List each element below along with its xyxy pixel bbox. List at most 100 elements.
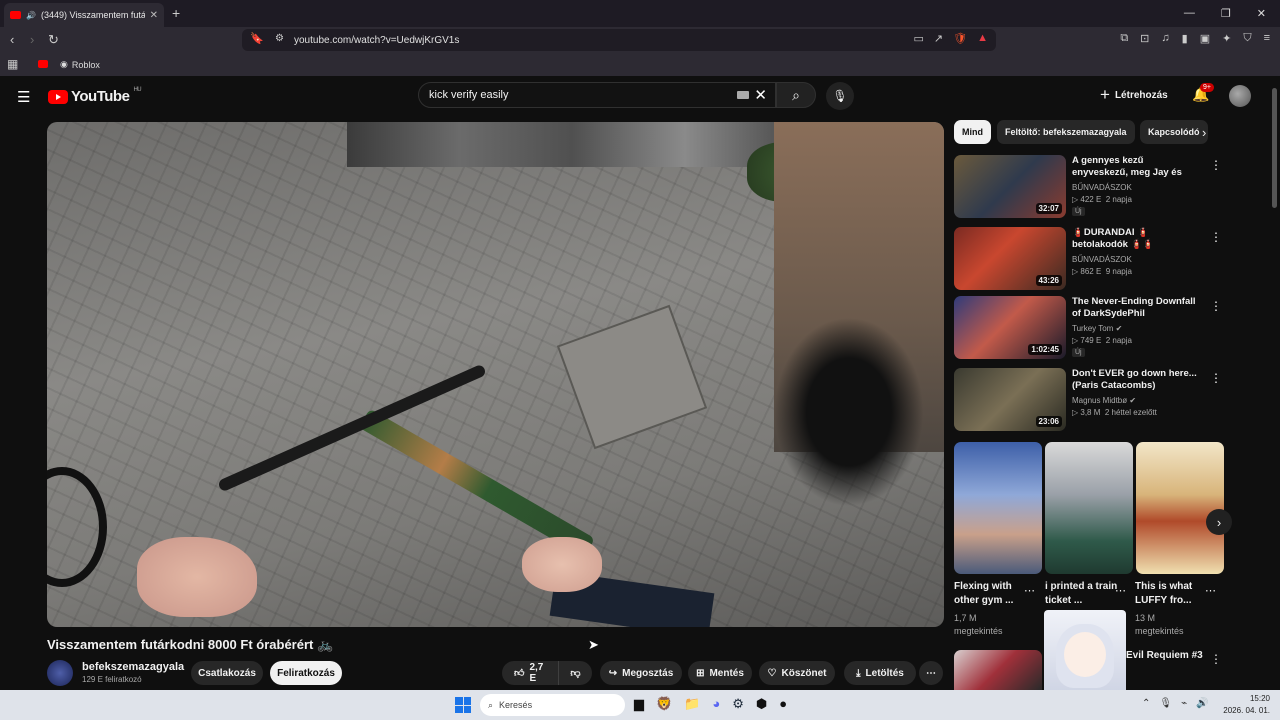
more-actions-button[interactable]: ⋯	[919, 661, 943, 685]
list-item[interactable]: 1:02:45 The Never-Ending Downfall of Dar…	[954, 296, 1224, 362]
menu-icon[interactable]: ≡	[1264, 32, 1270, 45]
video-thumbnail[interactable]	[954, 650, 1042, 690]
short-title[interactable]: i printed a train ticket ...	[1045, 580, 1125, 608]
screenshot-icon[interactable]: ▭	[914, 32, 924, 45]
app-icon[interactable]: ●	[779, 696, 787, 712]
join-button[interactable]: Csatlakozás	[191, 661, 263, 685]
music-icon[interactable]: ♫	[1161, 32, 1169, 45]
sidebar-icon[interactable]: ▮	[1182, 32, 1188, 45]
shorts-next-button[interactable]: ›	[1206, 509, 1232, 535]
like-button[interactable]: 👍︎ 2,7 E	[502, 661, 558, 685]
new-tab-icon[interactable]: +	[172, 5, 180, 21]
back-icon[interactable]: ‹	[10, 32, 14, 47]
short-thumbnail[interactable]	[1045, 442, 1133, 574]
clear-search-icon[interactable]: ✕	[754, 86, 767, 104]
more-options-icon[interactable]: ⋯	[1205, 584, 1216, 597]
taskbar-search[interactable]: ⌕ Keresés	[480, 694, 625, 716]
leo-ai-icon[interactable]: ✦	[1222, 32, 1231, 45]
vpn-icon[interactable]: ⛉	[1243, 32, 1251, 45]
list-item[interactable]: 32:07 A gennyes kezű enyveskezű, meg Jay…	[954, 155, 1224, 221]
video-player[interactable]	[47, 122, 944, 627]
video-thumbnail[interactable]: 43:26	[954, 227, 1066, 290]
voice-search-button[interactable]: 🎙	[826, 82, 854, 110]
notifications-button[interactable]: 🔔 9+	[1192, 83, 1214, 103]
list-item[interactable]: 43:26 🧯DURANDAI 🧯 betolakodók 🧯🧯(Bűnvadá…	[954, 227, 1224, 293]
steam-icon[interactable]: ⚙	[732, 696, 744, 712]
video-thumbnail[interactable]: 23:06	[954, 368, 1066, 431]
more-options-icon[interactable]: ⋯	[1024, 584, 1035, 597]
more-options-icon[interactable]: ⋮	[1210, 158, 1222, 172]
more-options-icon[interactable]: ⋮	[1210, 230, 1222, 244]
chip-related[interactable]: Kapcsolódó	[1140, 120, 1208, 144]
forward-icon[interactable]: ›	[30, 32, 34, 47]
address-bar[interactable]: 🔖 ⚙ youtube.com/watch?v=UedwjKrGV1s ▭ ↗ …	[242, 29, 996, 51]
channel-name[interactable]: BŰNVADÁSZOK	[1072, 255, 1132, 264]
chip-scroll-right-icon[interactable]: ›	[1202, 125, 1206, 140]
channel-name[interactable]: Turkey Tom ✔	[1072, 324, 1122, 333]
share-page-icon[interactable]: ↗	[934, 32, 943, 45]
discord-icon[interactable]: ◕	[712, 696, 720, 712]
hamburger-menu-icon[interactable]: ☰	[17, 88, 30, 106]
channel-name[interactable]: Magnus Midtbø ✔	[1072, 396, 1136, 405]
task-view-icon[interactable]: ▆	[634, 696, 644, 712]
avatar[interactable]	[1229, 85, 1251, 107]
microphone-icon[interactable]: 🎙	[1159, 698, 1172, 709]
more-options-icon[interactable]: ⋮	[1210, 652, 1222, 666]
keyboard-icon[interactable]	[737, 91, 749, 99]
close-window-icon[interactable]: ✕	[1257, 7, 1266, 20]
thanks-button[interactable]: ♡ Köszönet	[759, 661, 835, 685]
restore-icon[interactable]: ❐	[1221, 7, 1231, 20]
channel-avatar[interactable]	[47, 660, 73, 686]
channel-name[interactable]: befekszemazagyala	[82, 661, 184, 673]
search-input[interactable]: kick verify easily ✕	[418, 82, 776, 108]
short-thumbnail[interactable]	[954, 442, 1042, 574]
minimize-icon[interactable]: —	[1184, 7, 1195, 20]
subscribe-button[interactable]: Feliratkozás	[270, 661, 342, 685]
short-title[interactable]: Flexing with other gym ...	[954, 580, 1034, 608]
video-title[interactable]: Don't EVER go down here... (Paris Cataco…	[1072, 368, 1202, 392]
extensions-icon[interactable]: ⧉	[1120, 32, 1128, 45]
chip-all[interactable]: Mind	[954, 120, 991, 144]
youtube-bookmark-icon[interactable]	[38, 60, 48, 68]
save-button[interactable]: ⊞ Mentés	[688, 661, 752, 685]
more-options-icon[interactable]: ⋮	[1210, 371, 1222, 385]
chip-uploader[interactable]: Feltöltő: befekszemazagyala	[997, 120, 1135, 144]
apps-grid-icon[interactable]: ▦	[7, 57, 18, 71]
close-tab-icon[interactable]: ✕	[150, 10, 158, 21]
dislike-button[interactable]: 👎︎	[558, 661, 592, 685]
video-title[interactable]: Evil Requiem #3	[1126, 650, 1203, 661]
brave-shield-icon[interactable]: 🛡	[953, 32, 967, 45]
video-thumbnail[interactable]: 1:02:45	[954, 296, 1066, 359]
translate-icon[interactable]: ⊡	[1140, 32, 1149, 45]
network-icon[interactable]: ⌁	[1181, 698, 1187, 709]
windows-start-icon[interactable]	[455, 697, 471, 713]
video-title[interactable]: The Never-Ending Downfall of DarkSydePhi…	[1072, 296, 1202, 320]
video-title[interactable]: A gennyes kezű enyveskezű, meg Jay és Né…	[1072, 155, 1202, 179]
page-scrollbar[interactable]	[1272, 88, 1277, 208]
wallet-icon[interactable]: ▣	[1200, 32, 1210, 45]
bookmark-icon[interactable]: 🔖	[250, 32, 264, 45]
taskbar-clock[interactable]: 15:20 2026. 04. 01.	[1223, 693, 1270, 717]
brave-browser-icon[interactable]: 🦁	[656, 696, 672, 712]
search-value[interactable]: kick verify easily	[429, 89, 508, 101]
volume-icon[interactable]: 🔊	[1196, 698, 1208, 709]
file-explorer-icon[interactable]: 📁	[684, 696, 700, 712]
short-thumbnail[interactable]	[1136, 442, 1224, 574]
more-options-icon[interactable]: ⋯	[1115, 584, 1126, 597]
video-title[interactable]: 🧯DURANDAI 🧯 betolakodók 🧯🧯(Bűnvadászok 4…	[1072, 227, 1202, 251]
channel-name[interactable]: BŰNVADÁSZOK	[1072, 183, 1132, 192]
github-icon[interactable]: ⬢	[756, 696, 767, 712]
chevron-up-icon[interactable]: ⌃	[1142, 698, 1150, 709]
url-text[interactable]: youtube.com/watch?v=UedwjKrGV1s	[294, 35, 459, 46]
share-button[interactable]: ↪ Megosztás	[600, 661, 682, 685]
create-button[interactable]: + Létrehozás	[1100, 85, 1168, 105]
bookmark-roblox[interactable]: ◉ Roblox	[60, 59, 100, 70]
video-thumbnail[interactable]: 32:07	[954, 155, 1066, 218]
more-options-icon[interactable]: ⋮	[1210, 299, 1222, 313]
download-button[interactable]: ⤓ Letöltés	[844, 661, 916, 685]
search-button[interactable]: ⌕	[776, 82, 816, 108]
reload-icon[interactable]: ↻	[48, 32, 59, 48]
short-title[interactable]: This is what LUFFY fro...	[1135, 580, 1215, 608]
site-info-icon[interactable]: ⚙	[275, 33, 284, 44]
youtube-logo[interactable]: YouTube HU	[48, 87, 142, 105]
